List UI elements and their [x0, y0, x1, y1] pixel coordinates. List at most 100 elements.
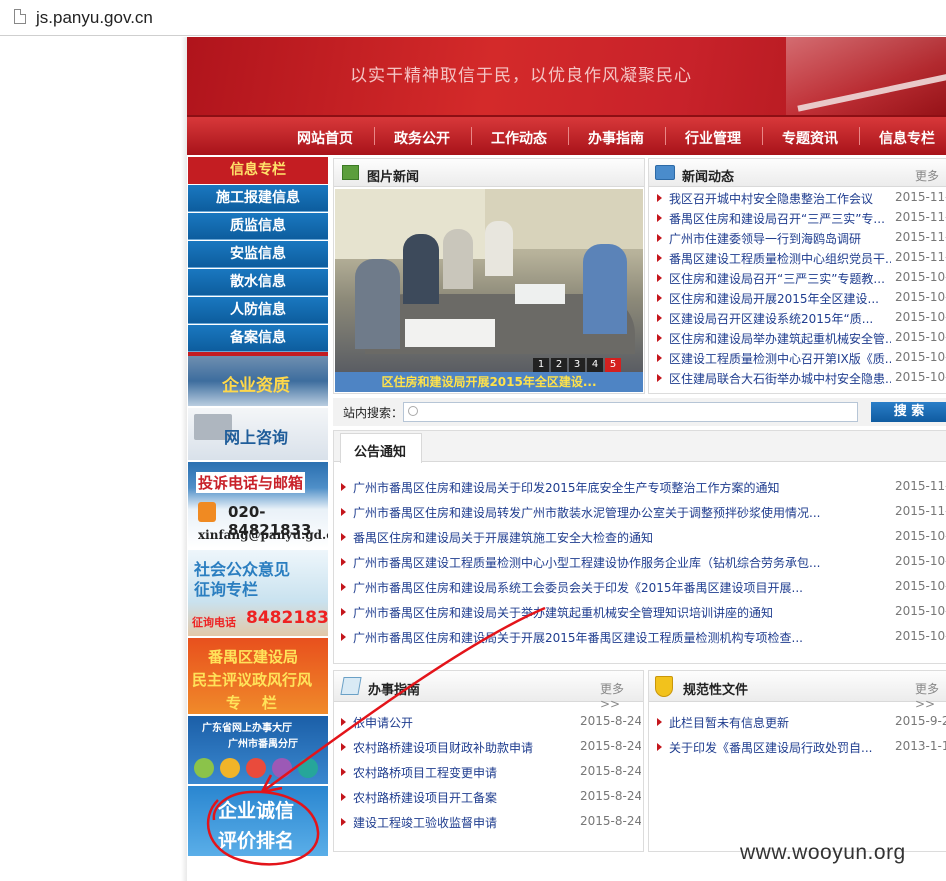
- docs-item-title[interactable]: 此栏目暂未有信息更新: [669, 714, 891, 731]
- guide-item-title[interactable]: 农村路桥项目工程变更申请: [353, 764, 573, 781]
- photo-page-5[interactable]: 5: [605, 358, 621, 372]
- notice-item-title[interactable]: 广州市番禺区住房和建设局关于举办建筑起重机械安全管理知识培训讲座的通知: [353, 604, 823, 621]
- notice-item[interactable]: 广州市番禺区建设工程质量检测中心小型工程建设协作服务企业库（钻机综合劳务承包..…: [341, 553, 946, 573]
- notice-item-title[interactable]: 广州市番禺区住房和建设局转发广州市散装水泥管理办公室关于调整预拌砂浆使用情况..…: [353, 504, 823, 521]
- docs-item-date: 2015-9-2: [895, 714, 946, 728]
- docs-more-link[interactable]: 更多>>: [915, 680, 946, 711]
- news-item-date: 2015-11-: [895, 190, 946, 204]
- guide-item-date: 2015-8-24: [580, 739, 641, 753]
- guide-item[interactable]: 农村路桥建设项目开工备案 2015-8-24: [341, 788, 641, 808]
- docs-item-date: 2013-1-10: [895, 739, 946, 753]
- nav-home[interactable]: 网站首页: [297, 128, 353, 148]
- news-more-link[interactable]: 更多: [915, 167, 939, 184]
- news-item[interactable]: 广州市住建委领导一行到海鸥岛调研 2015-11-: [657, 229, 946, 249]
- news-item-title[interactable]: 我区召开城中村安全隐患整治工作会议: [669, 190, 891, 207]
- docs-item[interactable]: 关于印发《番禺区建设局行政处罚自... 2013-1-10: [657, 738, 946, 758]
- news-item-title[interactable]: 区建设局召开区建设系统2015年“质...: [669, 310, 891, 327]
- notice-item[interactable]: 广州市番禺区住房和建设局关于举办建筑起重机械安全管理知识培训讲座的通知 2015-…: [341, 603, 946, 623]
- guide-more-link[interactable]: 更多>>: [600, 680, 643, 711]
- news-item-title[interactable]: 区住房和建设局开展2015年全区建设...: [669, 290, 891, 307]
- guide-item[interactable]: 农村路桥建设项目财政补助款申请 2015-8-24: [341, 738, 641, 758]
- guide-item-title[interactable]: 农村路桥建设项目开工备案: [353, 789, 573, 806]
- news-item[interactable]: 区建设局召开区建设系统2015年“质... 2015-10-2: [657, 309, 946, 329]
- promo-tousu[interactable]: 投诉电话与邮箱 020-84821833 xinfang@panyu.gd.cn: [188, 462, 328, 548]
- promo-shehui-phone-label: 征询电话: [192, 616, 236, 629]
- news-item[interactable]: 番禺区住房和建设局召开“三严三实”专... 2015-11-: [657, 209, 946, 229]
- sidebar-item-zhijian[interactable]: 质监信息: [188, 213, 328, 240]
- promo-banshi-icons: [194, 758, 322, 778]
- news-item-title[interactable]: 番禺区住房和建设局召开“三严三实”专...: [669, 210, 891, 227]
- news-item-title[interactable]: 区住建局联合大石街举办城中村安全隐患...: [669, 370, 891, 387]
- nav-xinxi[interactable]: 信息专栏: [879, 128, 935, 148]
- guide-item-title[interactable]: 农村路桥建设项目财政补助款申请: [353, 739, 573, 756]
- notice-item-title[interactable]: 广州市番禺区住房和建设局关于印发2015年底安全生产专项整治工作方案的通知: [353, 479, 823, 496]
- news-item[interactable]: 番禺区建设工程质量检测中心组织党员干... 2015-11-: [657, 249, 946, 269]
- sidebar-item-anjian[interactable]: 安监信息: [188, 241, 328, 268]
- notice-item[interactable]: 广州市番禺区住房和建设局系统工会委员会关于印发《2015年番禺区建设项目开展..…: [341, 578, 946, 598]
- notice-item-title[interactable]: 番禺区住房和建设局关于开展建筑施工安全大检查的通知: [353, 529, 823, 546]
- notice-item[interactable]: 广州市番禺区住房和建设局关于开展2015年番禺区建设工程质量检测机构专项检查..…: [341, 628, 946, 648]
- photo-page-2[interactable]: 2: [551, 358, 567, 372]
- photo-news-image[interactable]: [335, 189, 643, 372]
- promo-qiye-zizhi[interactable]: 企业资质: [188, 356, 328, 406]
- guide-item[interactable]: 依申请公开 2015-8-24: [341, 713, 641, 733]
- news-item-date: 2015-11-: [895, 230, 946, 244]
- nav-hangye[interactable]: 行业管理: [685, 128, 741, 148]
- news-item-title[interactable]: 番禺区建设工程质量检测中心组织党员干...: [669, 250, 891, 267]
- search-input[interactable]: [403, 402, 858, 422]
- docs-item-title[interactable]: 关于印发《番禺区建设局行政处罚自...: [669, 739, 891, 756]
- news-item[interactable]: 区住建局联合大石街举办城中村安全隐患... 2015-10-2: [657, 369, 946, 389]
- banner-slogan: 以实干精神取信于民，以优良作风凝聚民心: [350, 66, 692, 86]
- news-item[interactable]: 区住房和建设局召开“三严三实”专题教... 2015-10-3: [657, 269, 946, 289]
- notice-item-date: 2015-10-2: [895, 529, 946, 543]
- bullet-icon: [341, 743, 346, 751]
- promo-chengxin-pingjia[interactable]: 企业诚信 评价排名: [188, 786, 328, 856]
- bullet-icon: [657, 354, 662, 362]
- promo-minzhu-pingyi[interactable]: 番禺区建设局 民主评议政风行风 专 栏: [188, 638, 328, 714]
- sidebar-item-beian[interactable]: 备案信息: [188, 325, 328, 352]
- notice-item[interactable]: 广州市番禺区住房和建设局转发广州市散装水泥管理办公室关于调整预拌砂浆使用情况..…: [341, 503, 946, 523]
- bullet-icon: [341, 533, 346, 541]
- guide-item-title[interactable]: 依申请公开: [353, 714, 573, 731]
- docs-item[interactable]: 此栏目暂未有信息更新 2015-9-2: [657, 713, 946, 733]
- nav-gongzuo[interactable]: 工作动态: [491, 128, 547, 148]
- photo-page-1[interactable]: 1: [533, 358, 549, 372]
- notice-item[interactable]: 番禺区住房和建设局关于开展建筑施工安全大检查的通知 2015-10-2: [341, 528, 946, 548]
- news-item[interactable]: 区住房和建设局开展2015年全区建设... 2015-10-3: [657, 289, 946, 309]
- news-item-title[interactable]: 区住房和建设局举办建筑起重机械安全管...: [669, 330, 891, 347]
- notice-item-title[interactable]: 广州市番禺区建设工程质量检测中心小型工程建设协作服务企业库（钻机综合劳务承包..…: [353, 554, 823, 571]
- sidebar-item-renfang[interactable]: 人防信息: [188, 297, 328, 324]
- news-item-title[interactable]: 广州市住建委领导一行到海鸥岛调研: [669, 230, 891, 247]
- guide-item-title[interactable]: 建设工程竣工验收监督申请: [353, 814, 573, 831]
- photo-page-3[interactable]: 3: [569, 358, 585, 372]
- news-item-title[interactable]: 区住房和建设局召开“三严三实”专题教...: [669, 270, 891, 287]
- sidebar-item-sanshui[interactable]: 散水信息: [188, 269, 328, 296]
- notice-item-date: 2015-10-1: [895, 604, 946, 618]
- nav-zhuanti[interactable]: 专题资讯: [782, 128, 838, 148]
- search-button[interactable]: 搜 索: [871, 402, 946, 422]
- notice-item-title[interactable]: 广州市番禺区住房和建设局系统工会委员会关于印发《2015年番禺区建设项目开展..…: [353, 579, 823, 596]
- address-bar[interactable]: js.panyu.gov.cn: [0, 0, 946, 36]
- news-item[interactable]: 区住房和建设局举办建筑起重机械安全管... 2015-10-2: [657, 329, 946, 349]
- news-item[interactable]: 区建设工程质量检测中心召开第IX版《质... 2015-10-2: [657, 349, 946, 369]
- sidebar-item-shigong[interactable]: 施工报建信息: [188, 185, 328, 212]
- bullet-icon: [341, 583, 346, 591]
- nav-zhengwu[interactable]: 政务公开: [394, 128, 450, 148]
- bullet-icon: [341, 818, 346, 826]
- photo-news-header: 图片新闻: [334, 159, 644, 187]
- promo-shehui-yijian[interactable]: 社会公众意见 征询专栏 征询电话 84821833: [188, 550, 328, 636]
- news-item-date: 2015-10-2: [895, 310, 946, 324]
- tab-notice[interactable]: 公告通知: [340, 433, 422, 463]
- guide-item[interactable]: 农村路桥项目工程变更申请 2015-8-24: [341, 763, 641, 783]
- news-item-title[interactable]: 区建设工程质量检测中心召开第IX版《质...: [669, 350, 891, 367]
- promo-wangshang-zixun[interactable]: 网上咨询: [188, 408, 328, 460]
- notice-item[interactable]: 广州市番禺区住房和建设局关于印发2015年底安全生产专项整治工作方案的通知 201…: [341, 478, 946, 498]
- photo-news-caption[interactable]: 区住房和建设局开展2015年全区建设...: [335, 372, 643, 392]
- notice-item-title[interactable]: 广州市番禺区住房和建设局关于开展2015年番禺区建设工程质量检测机构专项检查..…: [353, 629, 823, 646]
- url-text[interactable]: js.panyu.gov.cn: [36, 8, 153, 28]
- promo-wangshang-banshi[interactable]: 广东省网上办事大厅 广州市番禺分厅: [188, 716, 328, 784]
- photo-page-4[interactable]: 4: [587, 358, 603, 372]
- nav-banshi[interactable]: 办事指南: [588, 128, 644, 148]
- news-item[interactable]: 我区召开城中村安全隐患整治工作会议 2015-11-: [657, 189, 946, 209]
- guide-item[interactable]: 建设工程竣工验收监督申请 2015-8-24: [341, 813, 641, 833]
